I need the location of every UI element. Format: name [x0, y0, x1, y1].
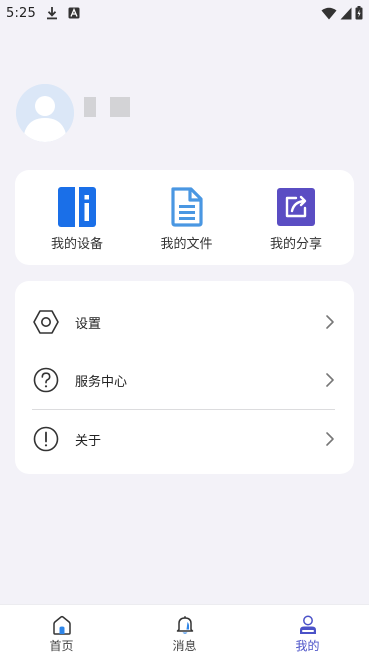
nav-label: 我的: [295, 639, 320, 653]
nav-mine[interactable]: 我的: [273, 608, 343, 654]
username-placeholder: [84, 84, 130, 142]
quick-action-label: 我的分享: [269, 237, 322, 252]
help-icon: [33, 367, 59, 393]
quick-action-label: 我的文件: [160, 237, 213, 252]
download-icon: [47, 7, 57, 20]
nav-home[interactable]: 首页: [27, 608, 97, 654]
user-avatar-icon: [16, 84, 74, 142]
chevron-right-icon: [326, 373, 334, 387]
device-icon: [58, 187, 96, 227]
avatar[interactable]: [16, 84, 74, 142]
battery-icon: [355, 6, 363, 20]
wifi-icon: [321, 7, 337, 19]
info-icon: [33, 426, 59, 452]
status-time: 5:25: [6, 5, 36, 21]
file-icon: [170, 187, 203, 227]
chevron-right-icon: [326, 432, 334, 446]
bottom-navigation: 首页 消息 我的: [0, 604, 369, 657]
font-icon: [68, 7, 80, 19]
username-block: [84, 97, 96, 117]
nav-messages[interactable]: 消息: [150, 608, 220, 654]
user-icon: [299, 615, 316, 634]
menu-item-label: 设置: [75, 316, 102, 332]
home-icon: [52, 615, 71, 635]
quick-action-label: 我的设备: [50, 237, 103, 252]
menu-item-label: 关于: [75, 433, 102, 449]
profile-header[interactable]: [16, 84, 130, 142]
username-block: [110, 97, 130, 117]
share-icon: [277, 188, 315, 226]
my-shares-button[interactable]: 我的分享: [256, 183, 336, 252]
my-devices-button[interactable]: 我的设备: [37, 183, 117, 252]
menu-item-settings[interactable]: 设置: [32, 293, 337, 351]
menu-item-about[interactable]: 关于: [32, 410, 337, 468]
menu-item-label: 服务中心: [75, 374, 128, 390]
chevron-right-icon: [326, 315, 334, 329]
nav-label: 首页: [49, 639, 74, 653]
my-files-button[interactable]: 我的文件: [147, 183, 227, 252]
nav-label: 消息: [172, 639, 197, 653]
bell-icon: [176, 616, 193, 634]
status-bar: 5:25: [0, 0, 369, 26]
menu-item-service-center[interactable]: 服务中心: [32, 351, 337, 409]
settings-icon: [33, 310, 59, 334]
signal-icon: [340, 7, 352, 19]
settings-menu-card: 设置 服务中心 关于: [15, 281, 354, 474]
quick-actions-card: 我的设备 我的文件 我的分享: [15, 170, 354, 265]
